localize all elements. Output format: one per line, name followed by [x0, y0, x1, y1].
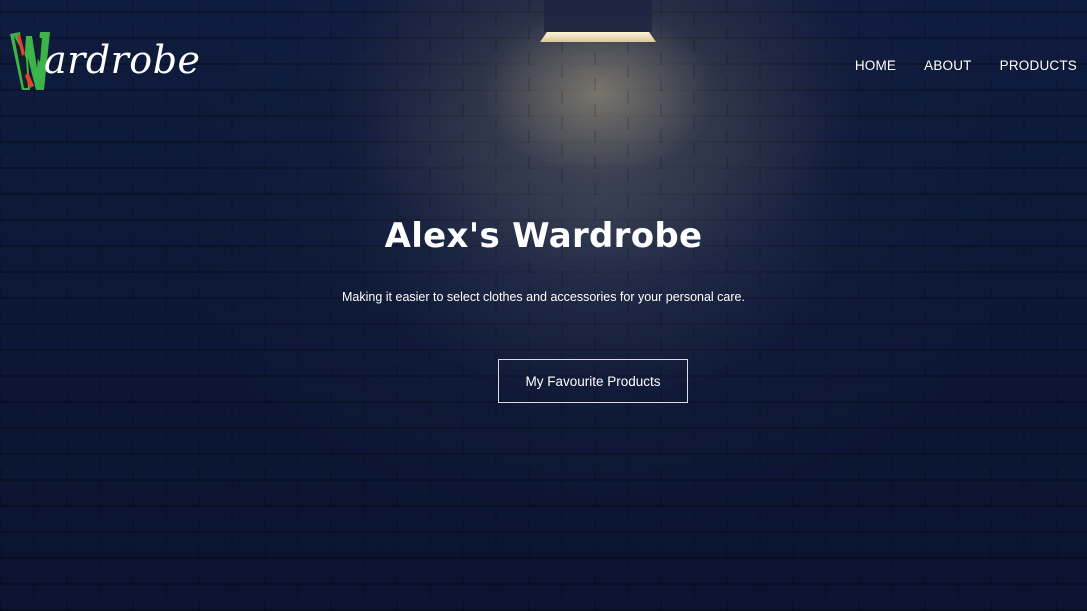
hero-subtitle: Making it easier to select clothes and a…	[342, 290, 745, 304]
nav-link-home[interactable]: HOME	[855, 58, 896, 73]
nav-link-about[interactable]: ABOUT	[924, 58, 972, 73]
brand-logo-text: ardrobe	[44, 38, 201, 82]
navbar: ardrobe HOME ABOUT PRODUCTS	[0, 0, 1087, 120]
brand-logo[interactable]: ardrobe	[6, 28, 200, 96]
hero-section: ardrobe HOME ABOUT PRODUCTS Alex's Wardr…	[0, 0, 1087, 611]
hero-title: Alex's Wardrobe	[384, 216, 703, 256]
nav-link-products[interactable]: PRODUCTS	[1000, 58, 1077, 73]
main-nav: HOME ABOUT PRODUCTS	[855, 58, 1077, 73]
favourite-products-button[interactable]: My Favourite Products	[498, 359, 688, 403]
